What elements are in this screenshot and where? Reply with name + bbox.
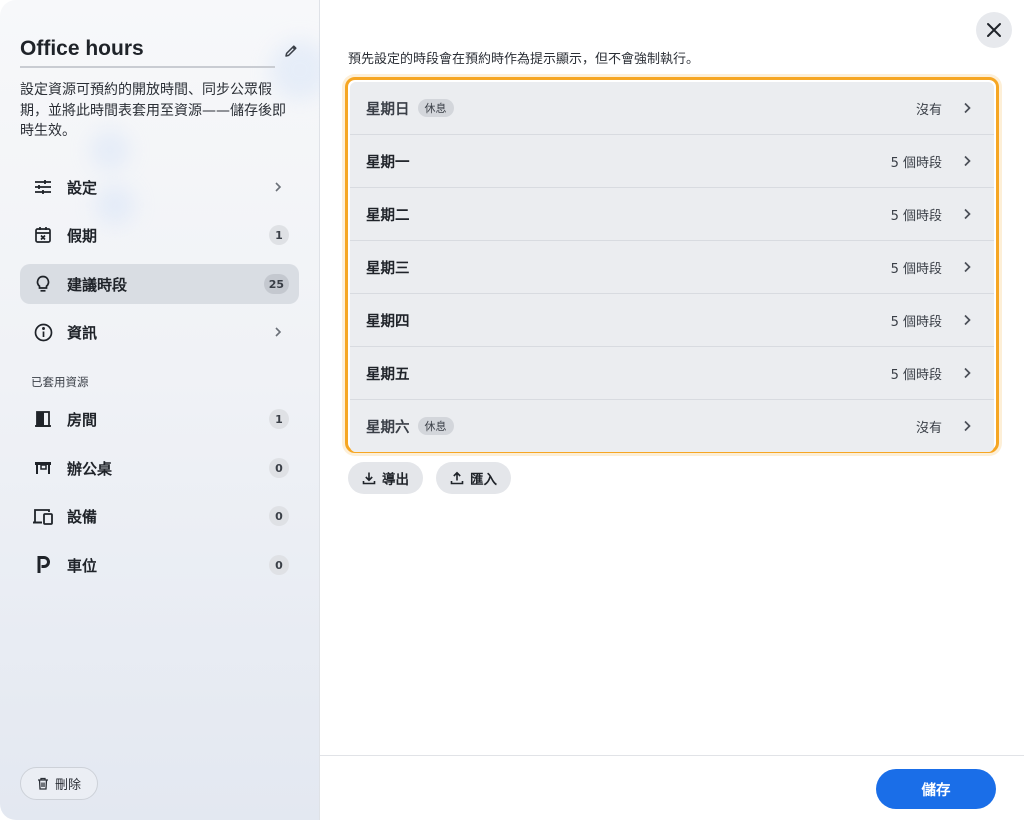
sidebar-description: 設定資源可預約的開放時間、同步公眾假期，並將此時間表套用至資源——儲存後即時生效… xyxy=(20,82,286,139)
main-panel: 預先設定的時段會在預約時作為提示顯示，但不會強制執行。 星期日 休息 沒有 星期一 5 … xyxy=(320,0,1024,820)
count-badge: 0 xyxy=(269,555,289,575)
chevron-right-icon xyxy=(275,182,282,192)
sliders-icon xyxy=(32,176,54,198)
lightbulb-icon xyxy=(32,273,54,295)
nav-item-label: 設定 xyxy=(67,178,98,197)
slot-count: 沒有 xyxy=(915,420,942,436)
closed-tag: 休息 xyxy=(417,99,454,117)
nav-item-label: 設備 xyxy=(67,507,98,526)
close-icon xyxy=(987,23,1001,37)
office-hours-dialog: Office hours 設定資源可預約的開放時間、同步公眾假期，並將此時間表套… xyxy=(0,0,1024,820)
edit-title-button[interactable] xyxy=(280,40,302,62)
chevron-right-icon xyxy=(964,314,971,326)
slot-count: 5 個時段 xyxy=(890,314,942,330)
slot-count: 5 個時段 xyxy=(890,208,942,224)
day-row-sunday[interactable]: 星期日 休息 沒有 xyxy=(350,82,994,135)
import-button[interactable]: 匯入 xyxy=(436,462,511,494)
resource-item-equipment[interactable]: 設備 0 xyxy=(20,496,299,536)
export-button[interactable]: 導出 xyxy=(348,462,423,494)
closed-tag: 休息 xyxy=(417,417,454,435)
export-label: 導出 xyxy=(382,472,409,488)
delete-button[interactable]: 刪除 xyxy=(20,767,98,800)
chevron-right-icon xyxy=(964,367,971,379)
desk-icon xyxy=(32,457,54,479)
day-name: 星期日 xyxy=(366,101,410,118)
chevron-right-icon xyxy=(964,102,971,114)
day-row-friday[interactable]: 星期五 5 個時段 xyxy=(350,347,994,400)
pencil-icon xyxy=(285,45,297,57)
close-button[interactable] xyxy=(976,12,1012,48)
day-name: 星期三 xyxy=(366,260,410,277)
door-icon xyxy=(32,408,54,430)
nav-item-settings[interactable]: 設定 xyxy=(20,167,299,207)
count-badge: 25 xyxy=(263,274,289,294)
nav-item-info[interactable]: 資訊 xyxy=(20,312,299,352)
day-name: 星期二 xyxy=(366,207,410,224)
trash-icon xyxy=(37,777,48,790)
nav-item-label: 辦公桌 xyxy=(67,459,113,478)
nav-item-suggested-slots[interactable]: 建議時段 25 xyxy=(20,264,299,304)
count-badge: 0 xyxy=(269,458,289,478)
day-row-tuesday[interactable]: 星期二 5 個時段 xyxy=(350,188,994,241)
sidebar: Office hours 設定資源可預約的開放時間、同步公眾假期，並將此時間表套… xyxy=(0,0,330,820)
parking-icon xyxy=(32,554,54,576)
day-row-wednesday[interactable]: 星期三 5 個時段 xyxy=(350,241,994,294)
slot-count: 沒有 xyxy=(915,102,942,118)
nav-item-label: 假期 xyxy=(67,226,98,245)
nav-item-label: 房間 xyxy=(67,410,98,429)
chevron-right-icon xyxy=(275,327,282,337)
day-name: 星期一 xyxy=(366,154,410,171)
weekday-list: 星期日 休息 沒有 星期一 5 個時段 星期二 5 個時段 星期三 5 個時段 星期四 5 個時段星… xyxy=(350,82,994,452)
dialog-footer: 儲存 xyxy=(320,755,1024,820)
devices-icon xyxy=(32,505,54,527)
download-icon xyxy=(362,472,376,485)
title-field[interactable]: Office hours xyxy=(20,36,275,68)
count-badge: 1 xyxy=(269,409,289,429)
upload-icon xyxy=(450,471,464,485)
info-icon xyxy=(32,321,54,343)
nav-item-label: 建議時段 xyxy=(67,275,128,294)
day-row-thursday[interactable]: 星期四 5 個時段 xyxy=(350,294,994,347)
count-badge: 0 xyxy=(269,506,289,526)
day-row-monday[interactable]: 星期一 5 個時段 xyxy=(350,135,994,188)
chevron-right-icon xyxy=(964,261,971,273)
chevron-right-icon xyxy=(964,420,971,432)
day-name: 星期六 xyxy=(366,419,410,436)
day-name: 星期五 xyxy=(366,366,410,383)
resource-item-rooms[interactable]: 房間 1 xyxy=(20,399,299,439)
import-label: 匯入 xyxy=(470,472,497,488)
slot-count: 5 個時段 xyxy=(890,261,942,277)
chevron-right-icon xyxy=(964,208,971,220)
nav-item-holidays[interactable]: 假期 1 xyxy=(20,215,299,255)
day-name: 星期四 xyxy=(366,313,410,330)
slot-count: 5 個時段 xyxy=(890,155,942,171)
slot-count: 5 個時段 xyxy=(890,367,942,383)
chevron-right-icon xyxy=(964,155,971,167)
nav-item-label: 資訊 xyxy=(67,323,98,342)
title-row: Office hours xyxy=(20,36,300,68)
resource-item-desks[interactable]: 辦公桌 0 xyxy=(20,448,299,488)
delete-label: 刪除 xyxy=(54,778,81,793)
nav-item-label: 車位 xyxy=(67,556,98,575)
count-badge: 1 xyxy=(269,225,289,245)
resource-item-parking[interactable]: 車位 0 xyxy=(20,545,299,585)
hint-text: 預先設定的時段會在預約時作為提示顯示，但不會強制執行。 xyxy=(348,52,700,67)
day-row-saturday[interactable]: 星期六 休息 沒有 xyxy=(350,400,994,452)
section-label-applied-resources: 已套用資源 xyxy=(31,375,89,389)
weekday-list-panel: 星期日 休息 沒有 星期一 5 個時段 星期二 5 個時段 星期三 5 個時段 星期四 5 個時段星… xyxy=(345,77,999,453)
save-button[interactable]: 儲存 xyxy=(876,769,996,809)
calendar-x-icon xyxy=(32,224,54,246)
